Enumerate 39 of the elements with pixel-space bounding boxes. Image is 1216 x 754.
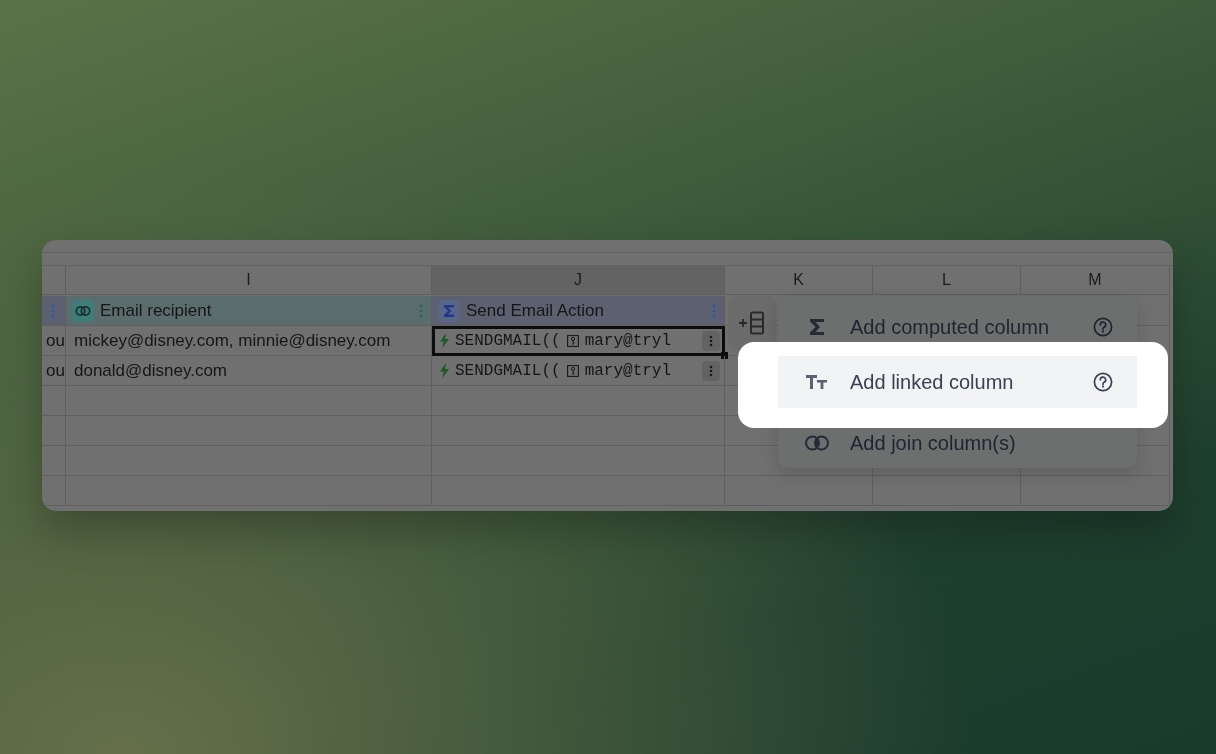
more-icon xyxy=(709,334,713,347)
field-name: Email recipient xyxy=(100,300,212,321)
table-cell: mickey@disney.com, minnie@disney.com xyxy=(66,326,432,356)
fill-handle[interactable] xyxy=(721,352,728,359)
formula-text: mary@tryl xyxy=(584,331,672,350)
more-button[interactable] xyxy=(702,360,720,381)
formula-text: SENDGMAIL(( xyxy=(455,331,561,350)
add-column-icon xyxy=(738,311,766,335)
lightning-icon xyxy=(440,333,449,348)
more-icon xyxy=(709,364,713,377)
formula-text: mary@tryl xyxy=(584,361,672,380)
join-icon xyxy=(804,435,830,451)
table-cell: donald@disney.com xyxy=(66,356,432,386)
help-icon[interactable] xyxy=(1093,372,1113,392)
column-letter[interactable]: L xyxy=(873,266,1021,295)
column-letter[interactable]: K xyxy=(725,266,873,295)
menu-item[interactable]: Add join column(s) xyxy=(778,428,1137,458)
table-cell xyxy=(42,386,66,416)
action-cell[interactable]: SENDGMAIL(( mary@tryl xyxy=(432,356,725,386)
action-cell[interactable]: SENDGMAIL(( mary@tryl xyxy=(432,326,725,356)
sigma-icon xyxy=(438,299,460,322)
table-cell: ou xyxy=(42,326,66,356)
text-icon xyxy=(806,374,828,390)
key-icon xyxy=(566,334,579,347)
menu-item[interactable]: Add linked column xyxy=(778,356,1137,408)
column-letter[interactable]: M xyxy=(1021,266,1170,295)
table-cell xyxy=(42,446,66,476)
menu-item[interactable]: Add computed column xyxy=(778,312,1137,342)
field-name: Send Email Action xyxy=(466,300,604,321)
more-button[interactable] xyxy=(702,330,720,351)
join-icon xyxy=(72,299,94,322)
column-letter[interactable]: I xyxy=(66,266,432,295)
formula-text: SENDGMAIL(( xyxy=(455,361,561,380)
column-letter[interactable]: J xyxy=(432,266,725,295)
lightning-icon xyxy=(440,363,449,378)
table-cell: ou xyxy=(42,356,66,386)
sigma-icon xyxy=(809,318,825,336)
table-cell xyxy=(42,416,66,446)
key-icon xyxy=(566,364,579,377)
